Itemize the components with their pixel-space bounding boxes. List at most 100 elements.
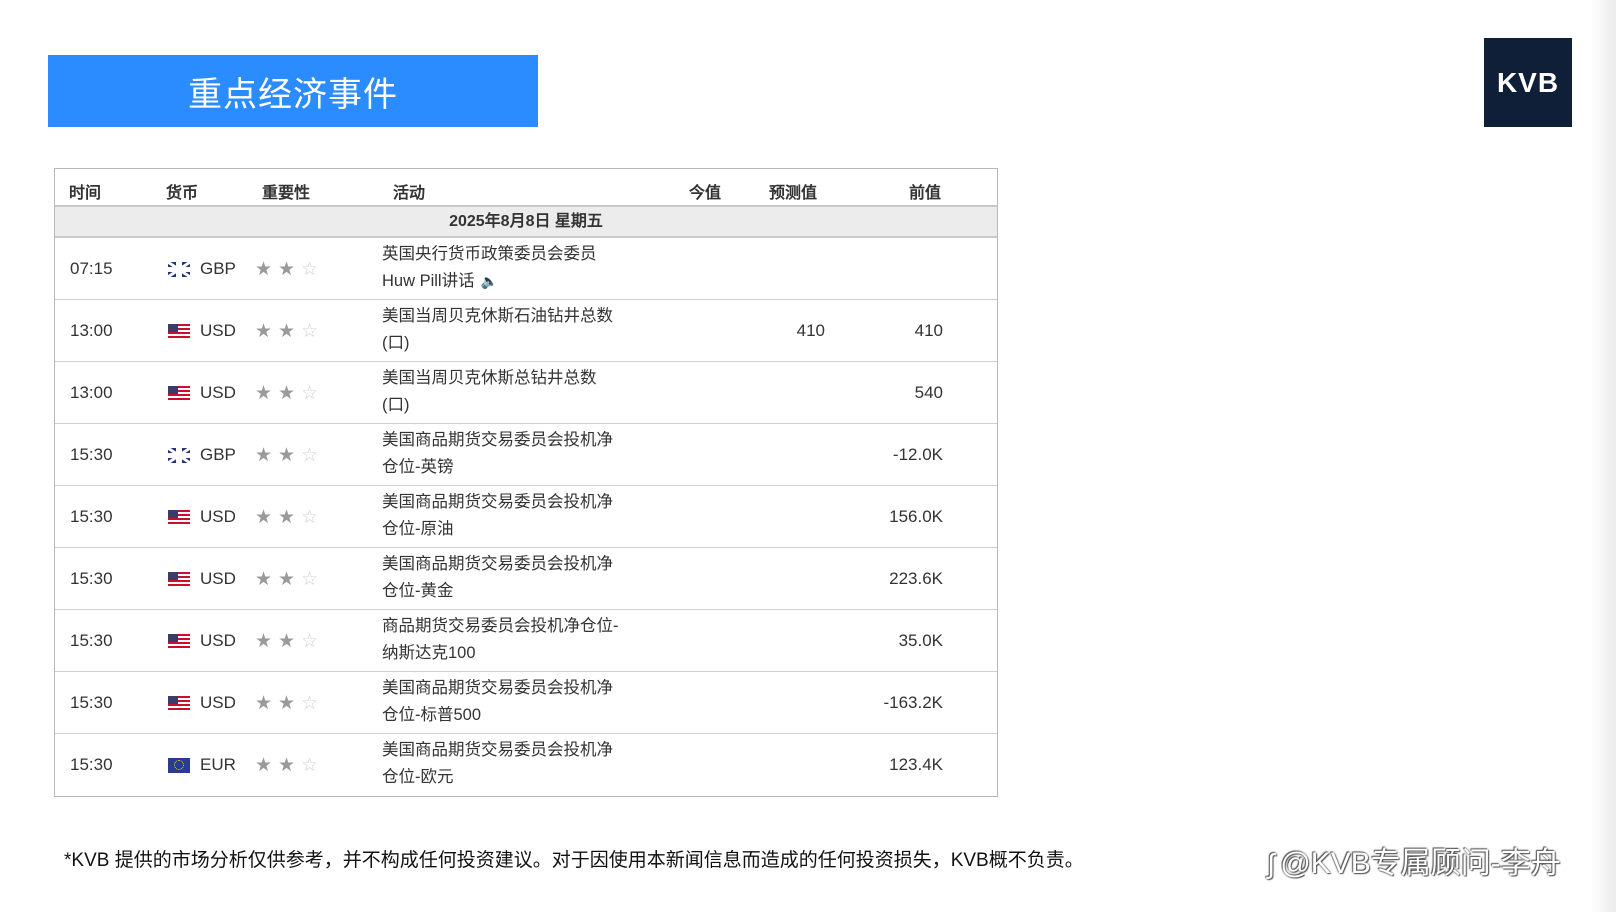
star-empty-icon: ☆ bbox=[301, 755, 325, 776]
event-name[interactable]: 美国商品期货交易委员会投机净 仓位-英镑 bbox=[382, 427, 642, 481]
header-importance: 重要性 bbox=[262, 185, 311, 202]
event-name[interactable]: 美国商品期货交易委员会投机净 仓位-原油 bbox=[382, 489, 642, 543]
logo-text: KVB bbox=[1496, 66, 1560, 98]
watermark-text: @KVB专属顾问-李舟 bbox=[1280, 847, 1561, 880]
table-row[interactable]: 15:30 USD ★★☆ 美国商品期货交易委员会投机净 仓位-黄金 223.6K bbox=[55, 548, 997, 610]
event-line-2: Huw Pill讲话 bbox=[382, 272, 475, 290]
star-filled-icon: ★ bbox=[278, 693, 302, 714]
event-line-1: 美国当周贝克休斯石油钻井总数 bbox=[382, 307, 613, 325]
table-row[interactable]: 07:15 GBP ★★☆ 英国央行货币政策委员会委员 Huw Pill讲话 🔈 bbox=[55, 238, 997, 300]
previous-value: 410 bbox=[914, 321, 943, 340]
currency-cell: USD bbox=[168, 631, 236, 650]
event-time: 13:00 bbox=[70, 383, 113, 402]
importance-stars: ★★☆ bbox=[255, 506, 324, 529]
star-filled-icon: ★ bbox=[278, 507, 302, 528]
star-filled-icon: ★ bbox=[255, 445, 279, 466]
event-line-2: (口) bbox=[382, 334, 410, 352]
event-line-1: 美国商品期货交易委员会投机净 bbox=[382, 555, 613, 573]
forecast-value: 410 bbox=[796, 321, 825, 340]
table-row[interactable]: 15:30 USD ★★☆ 美国商品期货交易委员会投机净 仓位-标普500 -163.2K bbox=[55, 672, 997, 734]
currency-code: USD bbox=[200, 693, 236, 712]
event-name[interactable]: 美国商品期货交易委员会投机净 仓位-欧元 bbox=[382, 737, 642, 791]
star-filled-icon: ★ bbox=[255, 507, 279, 528]
previous-value: 123.4K bbox=[889, 755, 943, 774]
header-actual: 今值 bbox=[689, 185, 722, 202]
event-line-2: 仓位-黄金 bbox=[382, 582, 454, 600]
previous-value: 35.0K bbox=[898, 631, 943, 650]
star-filled-icon: ★ bbox=[278, 755, 302, 776]
event-line-1: 美国当周贝克休斯总钻井总数 bbox=[382, 369, 597, 387]
table-row[interactable]: 15:30 USD ★★☆ 美国商品期货交易委员会投机净 仓位-原油 156.0K bbox=[55, 486, 997, 548]
event-line-2: 仓位-欧元 bbox=[382, 768, 454, 786]
star-empty-icon: ☆ bbox=[301, 569, 325, 590]
table-row[interactable]: 15:30 EUR ★★☆ 美国商品期货交易委员会投机净 仓位-欧元 123.4K bbox=[55, 734, 997, 796]
event-line-2: 仓位-标普500 bbox=[382, 706, 482, 724]
currency-cell: USD bbox=[168, 507, 236, 526]
star-filled-icon: ★ bbox=[278, 321, 302, 342]
previous-value: -163.2K bbox=[883, 693, 943, 712]
currency-code: USD bbox=[200, 631, 236, 650]
previous-value: 223.6K bbox=[889, 569, 943, 588]
event-name[interactable]: 美国商品期货交易委员会投机净 仓位-标普500 bbox=[382, 675, 642, 729]
star-filled-icon: ★ bbox=[255, 259, 279, 280]
currency-cell: EUR bbox=[168, 755, 236, 774]
importance-stars: ★★☆ bbox=[255, 692, 324, 715]
event-name[interactable]: 美国当周贝克休斯石油钻井总数 (口) bbox=[382, 303, 642, 357]
event-line-2: 纳斯达克100 bbox=[382, 644, 476, 662]
us-flag-icon bbox=[168, 509, 190, 525]
star-empty-icon: ☆ bbox=[301, 693, 325, 714]
event-name[interactable]: 英国央行货币政策委员会委员 Huw Pill讲话 🔈 bbox=[382, 241, 642, 295]
event-name[interactable]: 美国商品期货交易委员会投机净 仓位-黄金 bbox=[382, 551, 642, 605]
disclaimer-text: *KVB 提供的市场分析仅供参考，并不构成任何投资建议。对于因使用本新闻信息而造… bbox=[64, 850, 1084, 871]
event-name[interactable]: 商品期货交易委员会投机净仓位- 纳斯达克100 bbox=[382, 613, 642, 667]
event-time: 15:30 bbox=[70, 569, 113, 588]
event-time: 07:15 bbox=[70, 259, 113, 278]
date-row: 2025年8月8日 星期五 bbox=[55, 205, 997, 238]
page-edge-shadow bbox=[1590, 0, 1616, 912]
star-filled-icon: ★ bbox=[255, 755, 279, 776]
header-previous: 前值 bbox=[909, 185, 942, 202]
star-filled-icon: ★ bbox=[278, 631, 302, 652]
importance-stars: ★★☆ bbox=[255, 382, 324, 405]
star-empty-icon: ☆ bbox=[301, 631, 325, 652]
event-line-1: 美国商品期货交易委员会投机净 bbox=[382, 431, 613, 449]
table-row[interactable]: 13:00 USD ★★☆ 美国当周贝克休斯总钻井总数 (口) 540 bbox=[55, 362, 997, 424]
star-filled-icon: ★ bbox=[278, 569, 302, 590]
star-filled-icon: ★ bbox=[278, 259, 302, 280]
weibo-icon: ʃ bbox=[1268, 848, 1275, 879]
table-row[interactable]: 13:00 USD ★★☆ 美国当周贝克休斯石油钻井总数 (口) 410 410 bbox=[55, 300, 997, 362]
star-filled-icon: ★ bbox=[255, 631, 279, 652]
table-row[interactable]: 15:30 USD ★★☆ 商品期货交易委员会投机净仓位- 纳斯达克100 35.0K bbox=[55, 610, 997, 672]
us-flag-icon bbox=[168, 633, 190, 649]
currency-code: USD bbox=[200, 569, 236, 588]
currency-code: USD bbox=[200, 507, 236, 526]
event-time: 15:30 bbox=[70, 507, 113, 526]
economic-calendar-table: 时间 货币 重要性 活动 今值 预测值 前值 2025年8月8日 星期五 07:… bbox=[54, 168, 998, 797]
table-row[interactable]: 15:30 GBP ★★☆ 美国商品期货交易委员会投机净 仓位-英镑 -12.0K bbox=[55, 424, 997, 486]
header-event: 活动 bbox=[393, 185, 426, 202]
header-currency: 货币 bbox=[166, 185, 199, 202]
us-flag-icon bbox=[168, 571, 190, 587]
currency-code: USD bbox=[200, 321, 236, 340]
currency-cell: USD bbox=[168, 383, 236, 402]
event-line-2: 仓位-英镑 bbox=[382, 458, 454, 476]
importance-stars: ★★☆ bbox=[255, 568, 324, 591]
event-name[interactable]: 美国当周贝克休斯总钻井总数 (口) bbox=[382, 365, 642, 419]
star-filled-icon: ★ bbox=[255, 321, 279, 342]
eu-flag-icon bbox=[168, 757, 190, 773]
star-filled-icon: ★ bbox=[278, 445, 302, 466]
table-body: 07:15 GBP ★★☆ 英国央行货币政策委员会委员 Huw Pill讲话 🔈 13:00… bbox=[55, 238, 997, 796]
event-line-1: 美国商品期货交易委员会投机净 bbox=[382, 493, 613, 511]
speaker-icon[interactable]: 🔈 bbox=[481, 268, 498, 295]
event-line-1: 美国商品期货交易委员会投机净 bbox=[382, 679, 613, 697]
currency-code: GBP bbox=[200, 259, 236, 278]
currency-cell: GBP bbox=[168, 259, 236, 278]
star-empty-icon: ☆ bbox=[301, 507, 325, 528]
event-line-1: 美国商品期货交易委员会投机净 bbox=[382, 741, 613, 759]
star-filled-icon: ★ bbox=[255, 693, 279, 714]
importance-stars: ★★☆ bbox=[255, 320, 324, 343]
table-header-row: 时间 货币 重要性 活动 今值 预测值 前值 bbox=[55, 169, 997, 205]
importance-stars: ★★☆ bbox=[255, 754, 324, 777]
header-forecast: 预测值 bbox=[769, 185, 818, 202]
star-filled-icon: ★ bbox=[278, 383, 302, 404]
